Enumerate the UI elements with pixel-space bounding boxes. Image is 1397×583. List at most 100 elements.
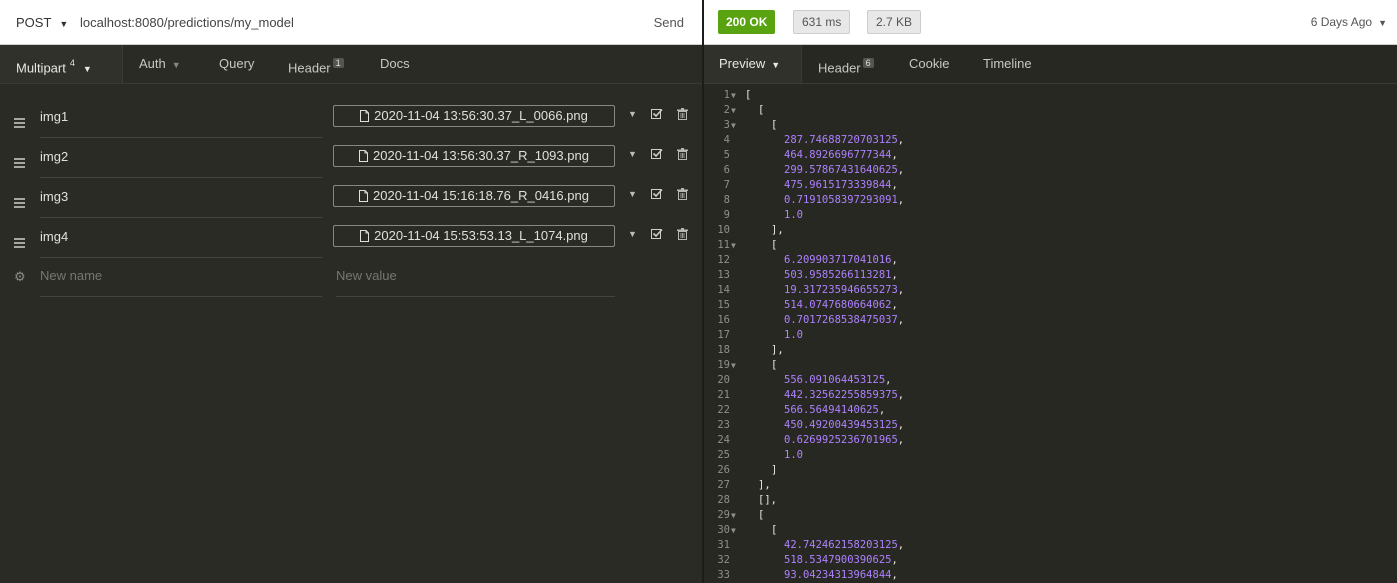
json-number: 287.74688720703125 <box>784 134 898 146</box>
tab-label: Header <box>288 60 331 76</box>
code-text: ], <box>771 344 784 356</box>
json-punctuation: , <box>885 374 892 386</box>
code-text: 566.56494140625, <box>784 403 885 418</box>
tab-response-header[interactable]: Header 6 <box>818 45 874 83</box>
line-number: 18 <box>717 344 730 356</box>
line-number: 22 <box>717 404 730 416</box>
method-dropdown[interactable]: POST ▼ <box>16 15 68 30</box>
line-number: 28 <box>717 494 730 506</box>
checkbox-icon[interactable] <box>651 148 663 160</box>
checkbox-icon[interactable] <box>651 188 663 200</box>
json-number: 566.56494140625 <box>784 404 879 416</box>
response-status-bar: 200 OK 631 ms 2.7 KB 6 Days Ago ▼ <box>704 0 1397 45</box>
chevron-down-icon[interactable]: ▼ <box>628 149 637 159</box>
tab-timeline[interactable]: Timeline <box>983 45 1032 83</box>
fold-toggle-icon[interactable]: ▼ <box>731 118 736 133</box>
line-number: 16 <box>717 314 730 326</box>
file-select-button[interactable]: 2020-11-04 13:56:30.37_L_0066.png <box>333 105 615 127</box>
trash-icon[interactable] <box>677 188 688 200</box>
code-text: 556.091064453125, <box>784 373 891 388</box>
param-name-field[interactable]: img3 <box>40 185 322 218</box>
status-badge: 200 OK <box>718 10 776 34</box>
code-text: [ <box>771 119 778 131</box>
response-pane: 200 OK 631 ms 2.7 KB 6 Days Ago ▼ Preview… <box>704 0 1397 583</box>
gear-icon[interactable]: ⚙ <box>14 269 26 285</box>
chevron-down-icon: ▼ <box>82 64 92 75</box>
tab-badge: 6 <box>862 58 874 68</box>
line-number: 26 <box>717 464 730 476</box>
checkbox-icon[interactable] <box>651 228 663 240</box>
tab-cookie[interactable]: Cookie <box>909 45 949 83</box>
url-input[interactable]: localhost:8080/predictions/my_model <box>80 15 294 30</box>
fold-toggle-icon[interactable]: ▼ <box>731 523 736 538</box>
line-number: 24 <box>717 434 730 446</box>
line-number: 33 <box>717 569 730 581</box>
file-name: 2020-11-04 15:53:53.13_L_1074.png <box>374 228 588 243</box>
drag-handle-icon[interactable] <box>14 238 25 248</box>
json-punctuation: , <box>897 314 905 326</box>
file-select-button[interactable]: 2020-11-04 15:16:18.76_R_0416.png <box>333 185 615 207</box>
json-punctuation: , <box>891 299 898 311</box>
code-text: ] <box>771 464 778 476</box>
chevron-down-icon[interactable]: ▼ <box>628 189 637 199</box>
line-number: 31 <box>717 539 730 551</box>
line-number: 17 <box>717 329 730 341</box>
line-number: 13 <box>717 269 730 281</box>
fold-toggle-icon[interactable]: ▼ <box>731 358 736 373</box>
code-text: [ <box>758 509 765 521</box>
param-name-field[interactable]: img4 <box>40 225 322 258</box>
tab-query[interactable]: Query <box>219 45 254 83</box>
new-value-input[interactable]: New value <box>336 264 615 297</box>
code-text: 514.0747680664062, <box>784 298 898 313</box>
fold-toggle-icon[interactable]: ▼ <box>731 103 736 118</box>
send-button[interactable]: Send <box>654 15 684 30</box>
code-text: 1.0 <box>784 448 803 463</box>
tab-badge: 4 <box>69 58 75 68</box>
tab-label: Query <box>219 56 255 71</box>
code-text: [ <box>771 359 778 371</box>
tab-auth[interactable]: Auth ▼ <box>139 45 181 83</box>
code-text: 287.74688720703125, <box>784 133 904 148</box>
tab-docs[interactable]: Docs <box>380 45 410 83</box>
line-number: 8 <box>723 194 730 206</box>
file-name: 2020-11-04 13:56:30.37_L_0066.png <box>374 108 588 123</box>
json-punctuation: , <box>891 554 898 566</box>
json-punctuation: , <box>891 179 898 191</box>
json-number: 42.742462158203125 <box>784 539 898 551</box>
chevron-down-icon[interactable]: ▼ <box>628 229 637 239</box>
trash-icon[interactable] <box>677 148 688 160</box>
line-number: 11 <box>717 239 730 251</box>
history-dropdown[interactable]: 6 Days Ago ▼ <box>1311 15 1387 29</box>
tab-multipart[interactable]: Multipart 4 ▼ <box>0 45 123 83</box>
tab-preview[interactable]: Preview ▼ <box>704 45 802 83</box>
line-number: 21 <box>717 389 730 401</box>
file-icon <box>359 190 369 202</box>
chevron-down-icon[interactable]: ▼ <box>628 109 637 119</box>
drag-handle-icon[interactable] <box>14 198 25 208</box>
param-name-field[interactable]: img2 <box>40 145 322 178</box>
fold-toggle-icon[interactable]: ▼ <box>731 88 736 103</box>
param-name-field[interactable]: img1 <box>40 105 322 138</box>
trash-icon[interactable] <box>677 228 688 240</box>
line-number: 32 <box>717 554 730 566</box>
json-preview[interactable]: 1 ▼[2 ▼[3 ▼[4 287.74688720703125, 5 464.892669… <box>704 88 1397 583</box>
file-select-button[interactable]: 2020-11-04 15:53:53.13_L_1074.png <box>333 225 615 247</box>
fold-toggle-icon[interactable]: ▼ <box>731 508 736 523</box>
method-label: POST <box>16 15 52 30</box>
response-size-badge: 2.7 KB <box>867 10 922 34</box>
file-select-button[interactable]: 2020-11-04 13:56:30.37_R_1093.png <box>333 145 615 167</box>
trash-icon[interactable] <box>677 108 688 120</box>
new-name-input[interactable]: New name <box>40 264 322 297</box>
tab-label: Multipart <box>16 60 66 76</box>
code-text: 19.317235946655273, <box>784 283 904 298</box>
tab-label: Preview <box>719 56 766 71</box>
new-param-row: ⚙ New name New value <box>0 264 702 302</box>
drag-handle-icon[interactable] <box>14 158 25 168</box>
checkbox-icon[interactable] <box>651 108 663 120</box>
code-text: 450.49200439453125, <box>784 418 904 433</box>
json-punctuation: , <box>891 269 898 281</box>
fold-toggle-icon[interactable]: ▼ <box>731 238 736 253</box>
json-number: 6.209903717041016 <box>784 254 892 266</box>
tab-header[interactable]: Header 1 <box>288 45 344 83</box>
drag-handle-icon[interactable] <box>14 118 25 128</box>
